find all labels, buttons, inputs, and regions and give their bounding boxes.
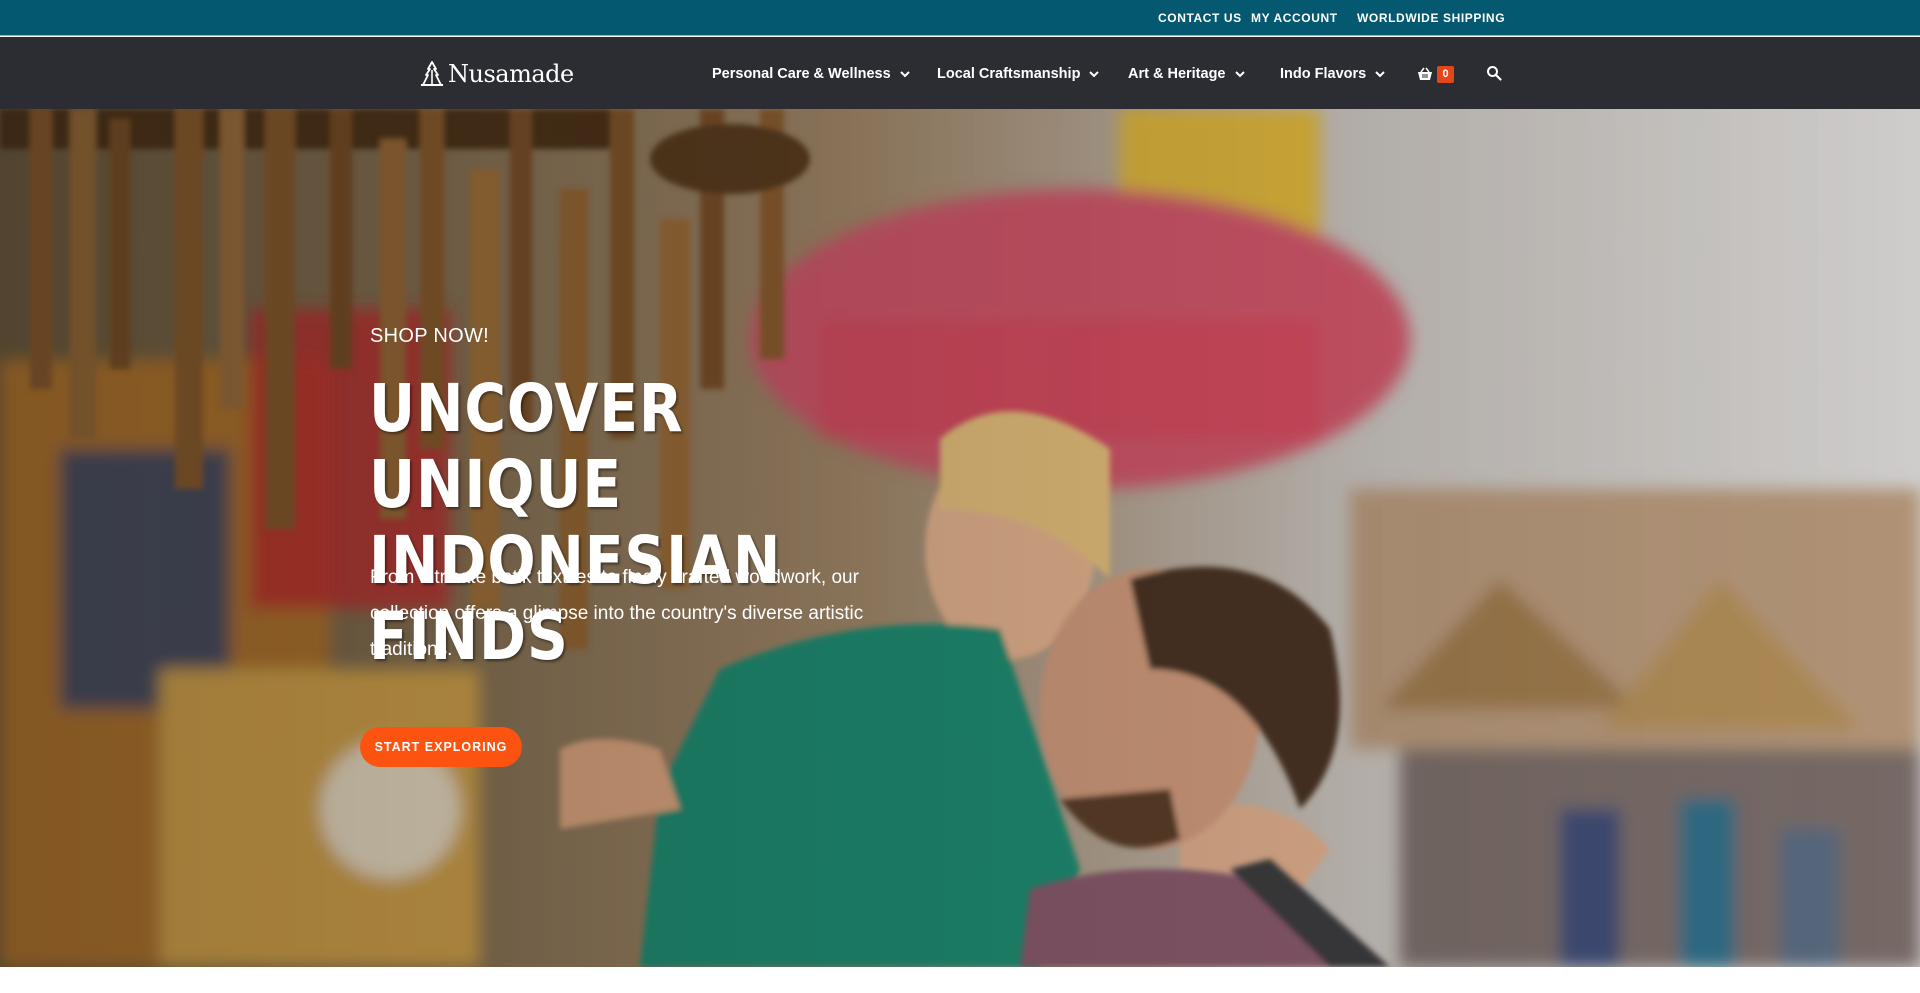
nav-item-label: Local Craftsmanship <box>937 66 1081 82</box>
main-navigation: Nusamade Personal Care & Wellness Local … <box>0 37 1920 109</box>
hero-section: SHOP NOW! UNCOVER UNIQUE INDONESIAN FIND… <box>0 109 1920 967</box>
chevron-down-icon <box>1375 71 1385 78</box>
nav-item-local-craftsmanship[interactable]: Local Craftsmanship <box>937 64 1100 84</box>
top-utility-bar: CONTACT US MY ACCOUNT WORLDWIDE SHIPPING <box>0 0 1920 36</box>
page-bottom-strip <box>0 967 1920 993</box>
start-exploring-button[interactable]: START EXPLORING <box>360 727 522 767</box>
my-account-link[interactable]: MY ACCOUNT <box>1251 11 1338 25</box>
chevron-down-icon <box>1234 71 1245 78</box>
search-icon[interactable] <box>1486 65 1502 81</box>
cart-button[interactable]: 0 <box>1417 64 1454 84</box>
chevron-down-icon <box>1089 71 1100 78</box>
logo-icon <box>421 61 443 86</box>
nav-item-label: Art & Heritage <box>1128 66 1226 82</box>
hero-eyebrow: SHOP NOW! <box>370 325 490 347</box>
nav-item-personal-care[interactable]: Personal Care & Wellness <box>712 64 911 84</box>
nav-item-label: Indo Flavors <box>1280 66 1367 82</box>
chevron-down-icon <box>899 71 910 78</box>
logo-text: Nusamade <box>448 60 574 88</box>
nav-item-indo-flavors[interactable]: Indo Flavors <box>1280 64 1386 84</box>
contact-us-link[interactable]: CONTACT US <box>1158 11 1242 25</box>
cart-count-badge: 0 <box>1437 65 1454 83</box>
nav-item-label: Personal Care & Wellness <box>712 66 891 82</box>
hero-description: From intricate batik textiles to finely … <box>370 567 864 660</box>
site-logo[interactable]: Nusamade <box>419 60 574 88</box>
hero-headline-line-1: UNCOVER UNIQUE <box>369 370 684 523</box>
basket-icon <box>1418 67 1432 80</box>
worldwide-shipping-link[interactable]: WORLDWIDE SHIPPING <box>1357 11 1505 25</box>
nav-item-art-heritage[interactable]: Art & Heritage <box>1128 64 1246 84</box>
hero-overlay <box>0 109 1920 967</box>
